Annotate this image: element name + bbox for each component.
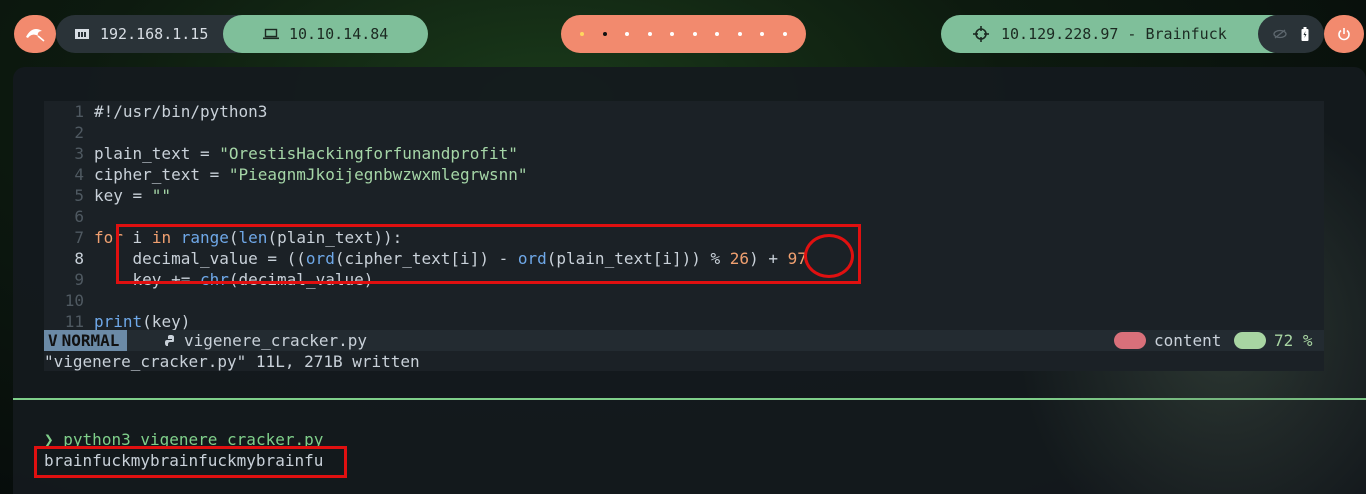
vim-message: "vigenere_cracker.py" 11L, 271B written [44, 352, 420, 371]
workspace-dot[interactable] [737, 32, 742, 36]
pane-divider [13, 398, 1366, 400]
line-number: 8 [74, 249, 84, 268]
code-line[interactable]: 11 print(key) [44, 311, 191, 332]
kali-logo-button[interactable] [14, 15, 56, 53]
vim-statusline: V NORMAL vigenere_cracker.py content 72 % [44, 330, 1324, 351]
workspace-dot[interactable] [580, 32, 585, 36]
highlight-output-box [34, 446, 347, 478]
code-line[interactable]: 10 [44, 290, 94, 311]
laptop-icon [263, 28, 279, 40]
code-text: #!/usr/bin/python3 [94, 102, 268, 121]
status-filename: vigenere_cracker.py [164, 330, 367, 351]
target-label: 10.129.228.97 - Brainfuck [1001, 25, 1227, 43]
code-line[interactable]: 4 cipher_text = "PieagnmJkoijegnbwzwxmleg… [44, 164, 527, 185]
target-indicator: 10.129.228.97 - Brainfuck [941, 15, 1291, 53]
code-line[interactable]: 5 key = "" [44, 185, 171, 206]
vpn-ip-indicator: 10.10.14.84 [223, 15, 428, 53]
workspace-dot[interactable] [602, 32, 607, 36]
code-text: cipher_text = [94, 165, 229, 184]
workspace-dot[interactable] [782, 32, 787, 36]
status-filetype: content [1154, 331, 1222, 350]
kali-dragon-icon [26, 29, 45, 42]
line-number: 6 [74, 207, 84, 226]
line-number: 11 [64, 312, 84, 331]
highlight-loop-box [116, 224, 861, 284]
crosshair-icon [973, 26, 989, 42]
python-icon [165, 335, 174, 346]
code-text: key = [94, 186, 152, 205]
eye-off-icon[interactable] [1273, 29, 1287, 39]
string-literal: "PieagnmJkoijegnbwzwxmlegrwsnn" [228, 165, 528, 184]
local-ip: 192.168.1.15 [100, 25, 209, 43]
battery-icon [1301, 27, 1309, 41]
power-button[interactable] [1324, 15, 1364, 53]
code-text: (key) [142, 312, 191, 331]
line-number: 4 [74, 165, 84, 184]
line-number: 7 [74, 228, 84, 247]
string-literal: "OrestisHackingforfunandprofit" [219, 144, 518, 163]
workspace-dot[interactable] [760, 32, 765, 36]
workspace-dot[interactable] [715, 32, 720, 36]
network-icon [75, 29, 89, 39]
highlight-97-circle [804, 234, 854, 278]
system-tray [1258, 15, 1324, 53]
folder-icon [1114, 332, 1146, 349]
list-icon [1234, 332, 1266, 349]
line-number: 10 [64, 291, 84, 310]
workspace-dot[interactable] [625, 32, 630, 36]
line-number: 2 [74, 123, 84, 142]
workspace-switcher[interactable] [561, 15, 806, 53]
vim-icon: V [48, 331, 58, 350]
line-number: 1 [74, 102, 84, 121]
code-line[interactable]: 2 [44, 122, 94, 143]
code-line[interactable]: 1 #!/usr/bin/python3 [44, 101, 267, 122]
vpn-ip: 10.10.14.84 [289, 25, 389, 43]
vim-mode: V NORMAL [44, 330, 128, 351]
workspace-dot[interactable] [647, 32, 652, 36]
power-icon [1338, 28, 1350, 41]
workspace-dot[interactable] [692, 32, 697, 36]
workspace-dot[interactable] [670, 32, 675, 36]
line-number: 5 [74, 186, 84, 205]
function-name: print [94, 312, 143, 331]
line-number: 9 [74, 270, 84, 289]
code-text: plain_text = [94, 144, 220, 163]
code-line[interactable]: 6 [44, 206, 94, 227]
code-line[interactable]: 3 plain_text = "OrestisHackingforfunandpr… [44, 143, 518, 164]
status-percent: 72 % [1274, 331, 1313, 350]
string-literal: "" [151, 186, 172, 205]
line-number: 3 [74, 144, 84, 163]
